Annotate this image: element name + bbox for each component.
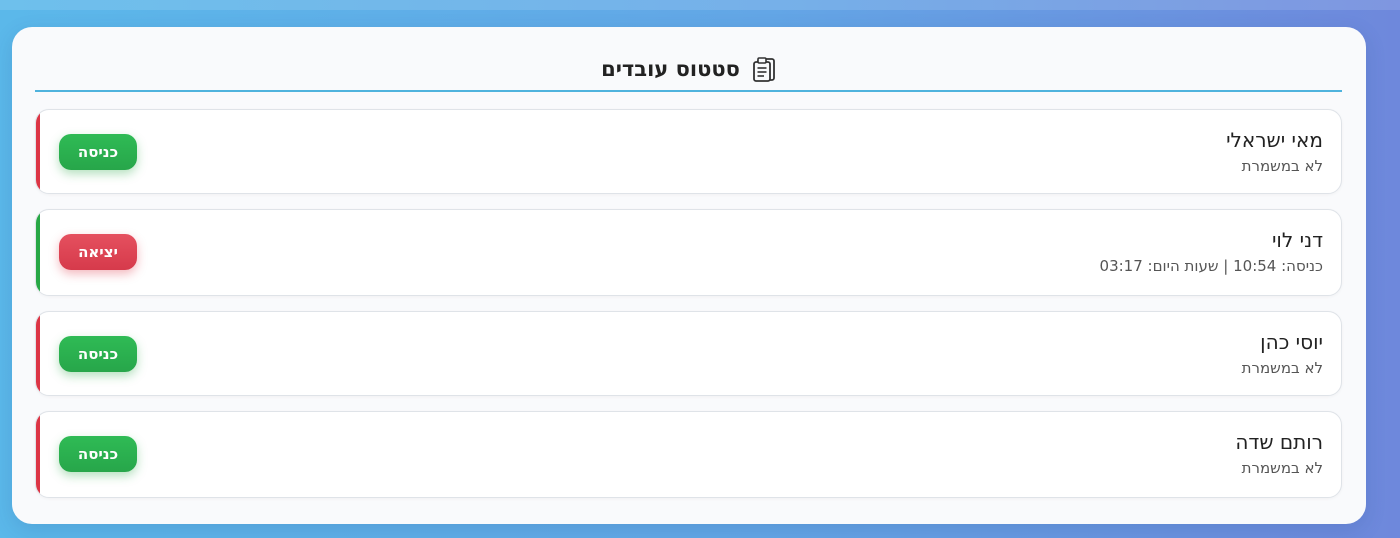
employee-row: יוסי כהן לא במשמרת כניסה [35,311,1342,396]
panel-header: סטטוס עובדים [35,47,1342,92]
employee-row: מאי ישראלי לא במשמרת כניסה [35,109,1342,194]
shift-status-indicator [36,210,40,295]
clock-out-button[interactable]: יציאה [59,234,137,270]
clock-in-button[interactable]: כניסה [59,336,137,372]
clock-in-button[interactable]: כניסה [59,436,137,472]
shift-status-indicator [36,110,40,193]
employee-info: מאי ישראלי לא במשמרת [1226,127,1323,177]
employee-name: יוסי כהן [1260,330,1323,354]
page-title: סטטוס עובדים [601,56,740,81]
shift-status-indicator [36,312,40,395]
employee-row: רותם שדה לא במשמרת כניסה [35,411,1342,498]
shift-status-indicator [36,412,40,497]
top-strip [0,0,1400,10]
employee-status-panel: סטטוס עובדים מאי ישראלי לא במשמרת כניסה … [12,27,1366,524]
clock-in-button[interactable]: כניסה [59,134,137,170]
employee-name: מאי ישראלי [1226,128,1323,152]
employee-status: כניסה: 10:54 | שעות היום: 03:17 [1099,257,1323,275]
employee-row: דני לוי כניסה: 10:54 | שעות היום: 03:17 … [35,209,1342,296]
clipboard-icon [752,55,776,83]
employee-info: דני לוי כניסה: 10:54 | שעות היום: 03:17 [1100,227,1323,277]
employee-name: דני לוי [1271,228,1323,252]
employee-status: לא במשמרת [1241,459,1323,477]
employee-list: מאי ישראלי לא במשמרת כניסה דני לוי כניסה… [35,109,1342,513]
employee-name: רותם שדה [1235,430,1323,454]
employee-info: רותם שדה לא במשמרת [1235,429,1323,479]
employee-info: יוסי כהן לא במשמרת [1242,329,1323,379]
employee-status: לא במשמרת [1241,359,1323,377]
employee-status: לא במשמרת [1241,157,1323,175]
